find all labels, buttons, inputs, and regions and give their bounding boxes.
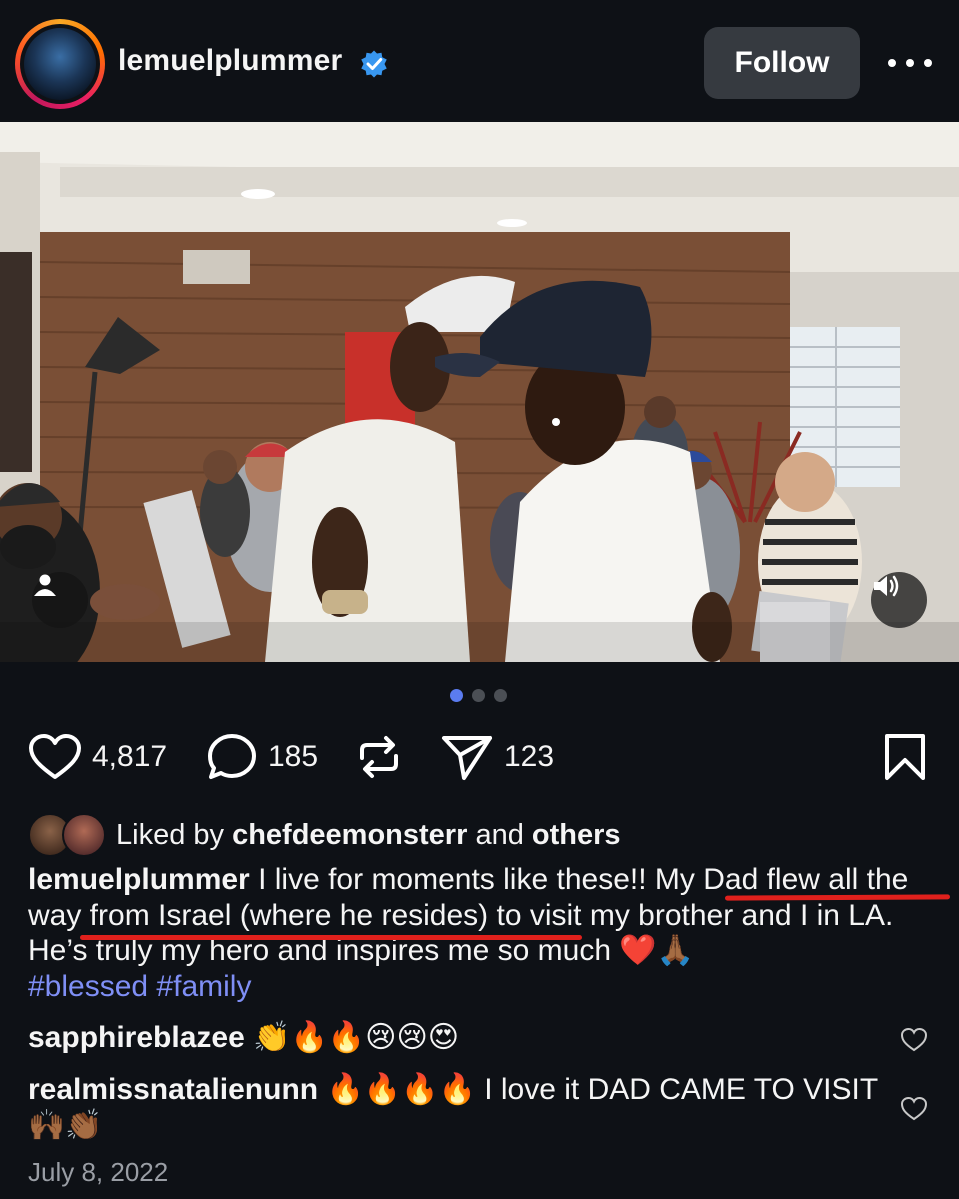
follow-button[interactable]: Follow bbox=[704, 27, 860, 99]
user-tag-icon[interactable] bbox=[32, 572, 88, 628]
heart-icon bbox=[29, 734, 81, 779]
comment-button[interactable]: 185 bbox=[206, 725, 318, 789]
verified-badge-icon bbox=[361, 50, 387, 78]
bookmark-button[interactable] bbox=[882, 725, 928, 789]
post-media[interactable] bbox=[0, 122, 959, 662]
repost-button[interactable] bbox=[354, 725, 404, 789]
carousel-dot bbox=[494, 689, 507, 702]
liked-by-row[interactable]: Liked by chefdeemonsterr and others bbox=[28, 813, 621, 857]
comment-item: realmissnatalienunn 🔥🔥🔥🔥 I love it DAD C… bbox=[28, 1072, 888, 1144]
like-count: 4,817 bbox=[92, 740, 168, 773]
profile-avatar[interactable] bbox=[15, 19, 105, 109]
like-button[interactable]: 4,817 bbox=[28, 725, 167, 789]
share-button[interactable]: 123 bbox=[440, 725, 554, 789]
liked-by-text: Liked by chefdeemonsterr and others bbox=[116, 818, 621, 851]
carousel-dot-active bbox=[450, 689, 463, 702]
comment-icon bbox=[208, 734, 256, 779]
comment-username[interactable]: sapphireblazee bbox=[28, 1021, 245, 1054]
liked-by-others[interactable]: others bbox=[532, 819, 621, 851]
caption-hashtags[interactable]: #blessed #family bbox=[28, 970, 251, 1003]
avatar bbox=[62, 813, 106, 857]
post-date: July 8, 2022 bbox=[28, 1157, 169, 1187]
post-username[interactable]: lemuelplummer bbox=[118, 44, 342, 78]
comment-count: 185 bbox=[268, 740, 319, 773]
avatar-image bbox=[24, 28, 96, 100]
liked-by-avatars bbox=[28, 813, 108, 857]
more-options-icon[interactable] bbox=[888, 48, 932, 78]
comment-like-heart-icon[interactable] bbox=[900, 1096, 928, 1122]
carousel-indicator bbox=[450, 689, 510, 703]
comment-username[interactable]: realmissnatalienunn bbox=[28, 1073, 318, 1106]
share-icon bbox=[442, 736, 492, 780]
post-caption: lemuelplummer I live for moments like th… bbox=[28, 862, 943, 1004]
liked-by-user[interactable]: chefdeemonsterr bbox=[232, 819, 467, 851]
action-bar: 4,817 185 123 bbox=[0, 725, 959, 789]
comment-item: sapphireblazee 👏🔥🔥😢😢😍 bbox=[28, 1020, 888, 1056]
red-underline-annotation bbox=[80, 935, 582, 940]
comment-text: 👏🔥🔥😢😢😍 bbox=[253, 1021, 459, 1054]
post-header: lemuelplummer Follow bbox=[0, 0, 959, 122]
caption-username[interactable]: lemuelplummer bbox=[28, 863, 250, 896]
carousel-dot bbox=[472, 689, 485, 702]
repost-icon bbox=[360, 736, 398, 778]
share-count: 123 bbox=[504, 740, 555, 773]
volume-icon[interactable] bbox=[871, 572, 927, 628]
bookmark-icon bbox=[885, 734, 925, 780]
comment-like-heart-icon[interactable] bbox=[900, 1027, 928, 1053]
video-frame bbox=[0, 122, 959, 662]
